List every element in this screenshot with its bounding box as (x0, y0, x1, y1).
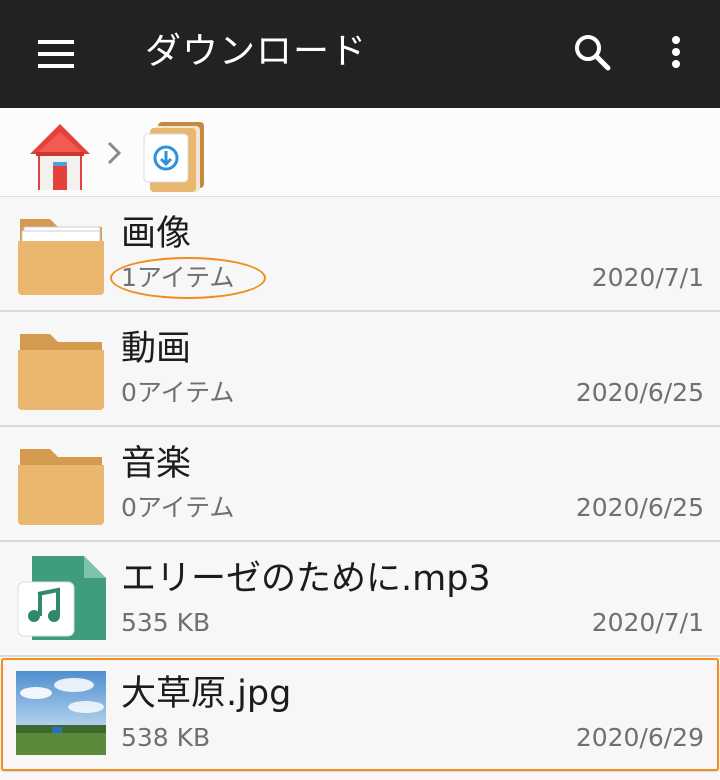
list-item[interactable]: エリーゼのために.mp3 535 KB 2020/7/1 (0, 542, 720, 657)
file-list: 画像 1アイテム 2020/7/1 動画 0アイテム 2020/6/25 音楽 … (0, 197, 720, 772)
search-icon[interactable] (568, 28, 616, 76)
home-icon[interactable] (26, 120, 94, 192)
file-date: 2020/7/1 (591, 608, 704, 637)
file-name: エリーゼのために.mp3 (121, 559, 491, 599)
highlight-circle (110, 257, 266, 299)
file-date: 2020/7/1 (591, 263, 704, 292)
file-date: 2020/6/25 (575, 493, 704, 522)
file-date: 2020/6/25 (575, 378, 704, 407)
file-name: 音楽 (121, 444, 192, 484)
app-bar: ダウンロード (0, 0, 720, 108)
download-folder-icon[interactable] (140, 118, 210, 194)
list-item[interactable]: 大草原.jpg 538 KB 2020/6/29 (0, 657, 720, 772)
file-name: 動画 (121, 329, 192, 369)
folder-icon (16, 326, 106, 410)
file-meta: 0アイテム (121, 378, 235, 407)
file-meta: 538 KB (121, 723, 211, 752)
folder-icon (16, 211, 106, 295)
folder-icon (16, 441, 106, 525)
file-date: 2020/6/29 (575, 723, 704, 752)
file-meta: 535 KB (121, 608, 211, 637)
breadcrumb (0, 108, 720, 197)
chevron-right-icon (104, 140, 124, 166)
list-item[interactable]: 動画 0アイテム 2020/6/25 (0, 312, 720, 427)
more-vert-icon[interactable] (656, 28, 696, 76)
page-title: ダウンロード (145, 31, 368, 72)
file-name: 画像 (121, 214, 192, 254)
file-name: 大草原.jpg (121, 674, 292, 714)
file-meta: 0アイテム (121, 493, 235, 522)
hamburger-menu-icon[interactable] (36, 36, 76, 72)
audio-file-icon (16, 556, 106, 640)
list-item[interactable]: 音楽 0アイテム 2020/6/25 (0, 427, 720, 542)
image-thumbnail (16, 671, 106, 755)
list-item[interactable]: 画像 1アイテム 2020/7/1 (0, 197, 720, 312)
